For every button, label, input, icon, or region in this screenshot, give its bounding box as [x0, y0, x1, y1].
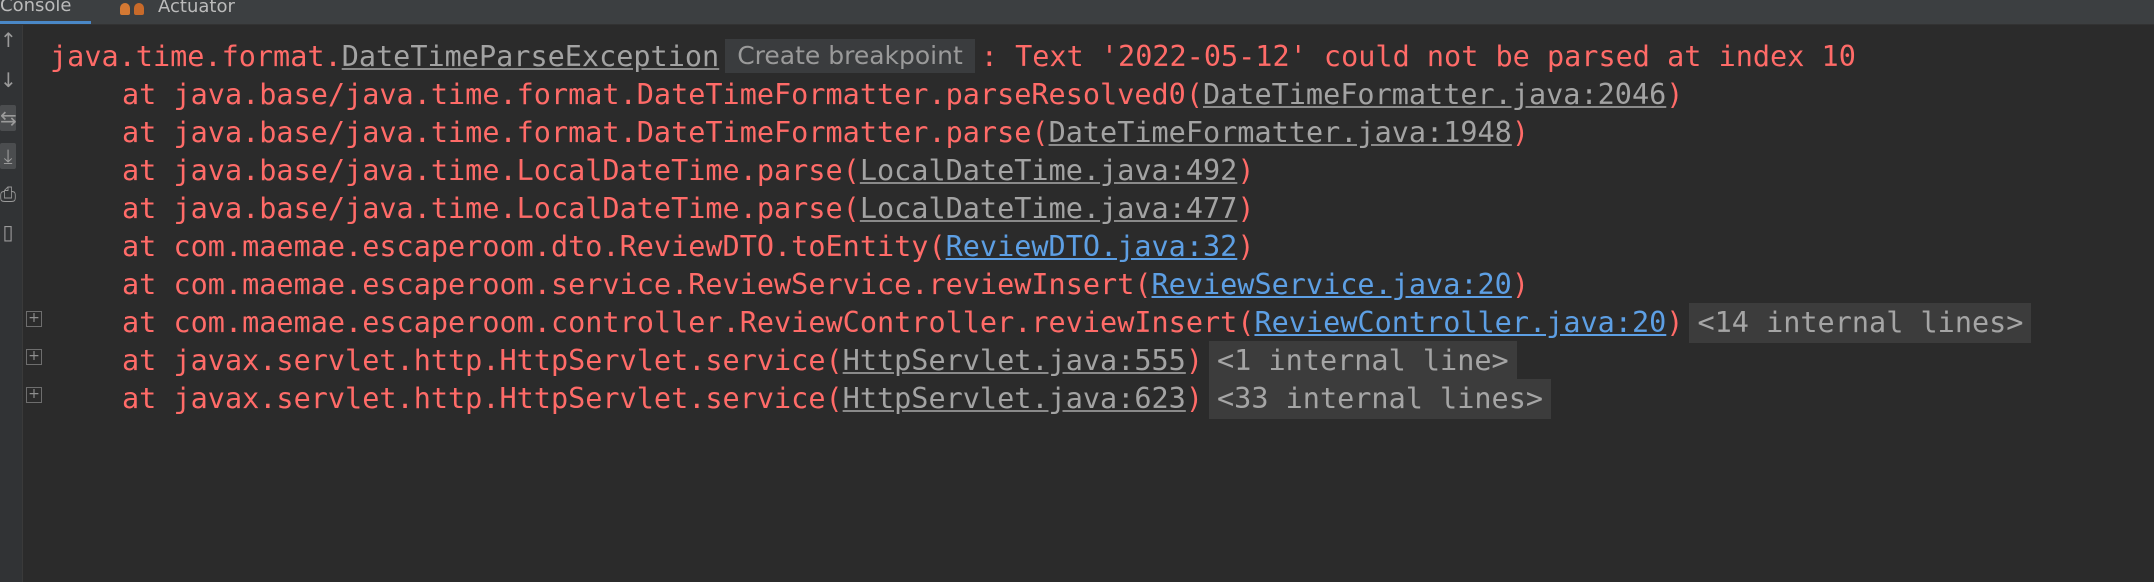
- frame-text: at java.base/java.time.format.DateTimeFo…: [122, 116, 1049, 149]
- tool-window-tabbar: Console Actuator: [0, 0, 2154, 25]
- frame-text: at java.base/java.time.format.DateTimeFo…: [122, 78, 1203, 111]
- frame-source-link[interactable]: HttpServlet.java:623: [843, 382, 1186, 415]
- exception-line: java.time.format.DateTimeParseException C…: [50, 37, 1856, 77]
- console-output[interactable]: java.time.format.DateTimeParseException C…: [22, 25, 2154, 582]
- stack-frame: at java.base/java.time.LocalDateTime.par…: [122, 189, 1255, 229]
- stack-frame: at com.maemae.escaperoom.service.ReviewS…: [122, 265, 1529, 305]
- frame-close: ): [1185, 382, 1203, 415]
- frame-text: at javax.servlet.http.HttpServlet.servic…: [122, 382, 843, 415]
- create-breakpoint-button[interactable]: Create breakpoint: [725, 39, 975, 73]
- up-arrow-icon[interactable]: ↑: [0, 27, 17, 53]
- frame-close: ): [1237, 192, 1255, 225]
- internal-lines-fold[interactable]: <1 internal line>: [1209, 341, 1517, 381]
- trash-icon[interactable]: ▯: [0, 219, 16, 245]
- frame-source-link[interactable]: DateTimeFormatter.java:1948: [1049, 116, 1512, 149]
- expand-fold-icon[interactable]: +: [26, 387, 42, 403]
- frame-close: ): [1666, 306, 1684, 339]
- frame-source-link[interactable]: LocalDateTime.java:492: [860, 154, 1238, 187]
- tab-console[interactable]: Console: [0, 0, 92, 24]
- frame-close: ): [1511, 268, 1530, 301]
- frame-close: ): [1237, 154, 1255, 187]
- print-icon[interactable]: ⎙: [0, 181, 16, 207]
- frame-source-link[interactable]: ReviewService.java:20: [1152, 268, 1512, 301]
- tab-actuator[interactable]: Actuator: [116, 0, 235, 24]
- soft-wrap-icon[interactable]: ⇆: [0, 105, 17, 131]
- frame-source-link[interactable]: DateTimeFormatter.java:2046: [1203, 78, 1666, 111]
- stack-frame: at java.base/java.time.format.DateTimeFo…: [122, 113, 1529, 153]
- exception-class-link[interactable]: DateTimeParseException: [342, 40, 720, 73]
- frame-close: ): [1666, 78, 1684, 111]
- exception-package: java.time.format.: [50, 40, 342, 73]
- frame-text: at java.base/java.time.LocalDateTime.par…: [122, 154, 860, 187]
- down-arrow-icon[interactable]: ↓: [0, 67, 17, 93]
- internal-lines-fold[interactable]: <33 internal lines>: [1209, 379, 1552, 419]
- stack-frame: at javax.servlet.http.HttpServlet.servic…: [122, 341, 1517, 381]
- stack-frame: at com.maemae.escaperoom.controller.Revi…: [122, 303, 2032, 343]
- stack-frame: at com.maemae.escaperoom.dto.ReviewDTO.t…: [122, 227, 1254, 267]
- tab-console-label: Console: [0, 0, 72, 16]
- exception-message: : Text '2022-05-12' could not be parsed …: [980, 40, 1856, 73]
- frame-source-link[interactable]: LocalDateTime.java:477: [860, 192, 1238, 225]
- frame-text: at javax.servlet.http.HttpServlet.servic…: [122, 344, 843, 377]
- stack-frame: at java.base/java.time.LocalDateTime.par…: [122, 151, 1255, 191]
- frame-text: at com.maemae.escaperoom.controller.Revi…: [122, 306, 1255, 339]
- frame-text: at com.maemae.escaperoom.dto.ReviewDTO.t…: [122, 230, 946, 263]
- internal-lines-fold[interactable]: <14 internal lines>: [1689, 303, 2032, 343]
- frame-source-link[interactable]: ReviewController.java:20: [1254, 306, 1666, 339]
- frame-close: ): [1511, 116, 1530, 149]
- frame-source-link[interactable]: ReviewDTO.java:32: [946, 230, 1238, 263]
- expand-fold-icon[interactable]: +: [26, 311, 42, 327]
- actuator-icon: [116, 0, 150, 15]
- scroll-to-end-icon[interactable]: ⤓: [0, 143, 16, 169]
- console-toolbar: ↑ ↓ ⇆ ⤓ ⎙ ▯: [0, 25, 23, 582]
- stack-frame: at javax.servlet.http.HttpServlet.servic…: [122, 379, 1552, 419]
- frame-source-link[interactable]: HttpServlet.java:555: [843, 344, 1186, 377]
- frame-text: at java.base/java.time.LocalDateTime.par…: [122, 192, 860, 225]
- tab-actuator-label: Actuator: [158, 0, 235, 17]
- stack-frame: at java.base/java.time.format.DateTimeFo…: [122, 75, 1683, 115]
- frame-close: ): [1237, 230, 1255, 263]
- expand-fold-icon[interactable]: +: [26, 349, 42, 365]
- frame-close: ): [1185, 344, 1203, 377]
- frame-text: at com.maemae.escaperoom.service.ReviewS…: [122, 268, 1152, 301]
